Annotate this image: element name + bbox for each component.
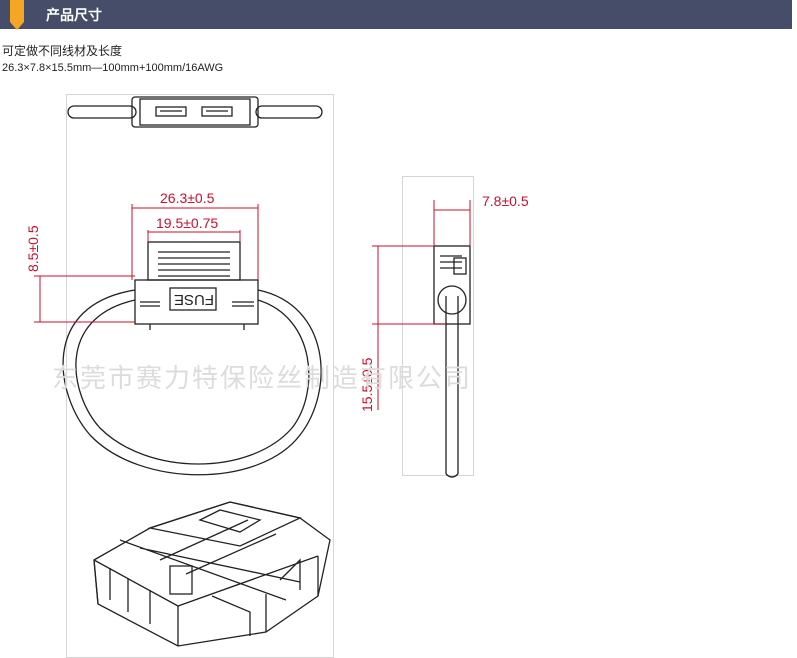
- isometric-view: [93, 501, 331, 647]
- technical-drawing: 26.3±0.5 19.5±0.75 8.5±0.5 7.8±0.5 15.5±…: [25, 96, 529, 647]
- dim-width-outer: 26.3±0.5: [160, 190, 215, 206]
- top-view: [67, 96, 323, 128]
- fuse-label: FUSE: [174, 291, 214, 308]
- dim-width-inner: 19.5±0.75: [156, 215, 218, 231]
- dim-height-top: 8.5±0.5: [25, 225, 41, 272]
- watermark: 东莞市赛力特保险丝制造有限公司: [52, 364, 473, 394]
- dim-depth: 7.8±0.5: [482, 193, 529, 209]
